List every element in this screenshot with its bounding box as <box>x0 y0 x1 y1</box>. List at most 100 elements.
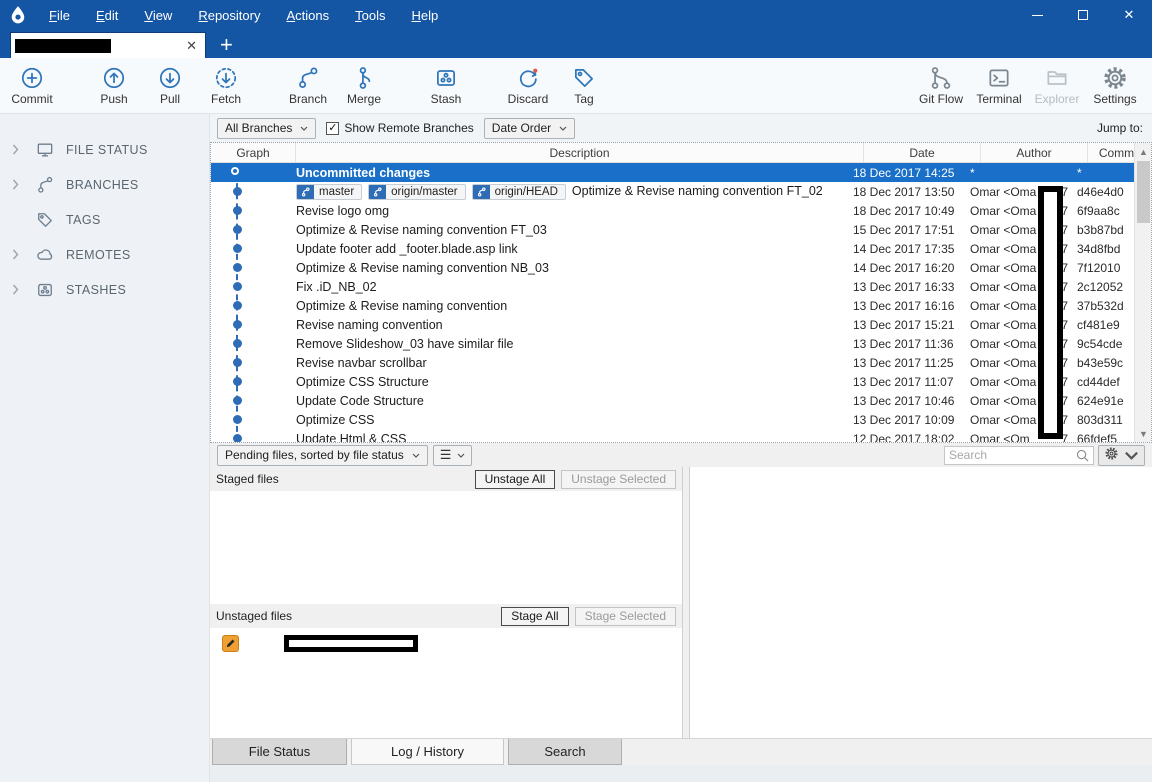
graph-cell <box>211 239 296 258</box>
commit-row[interactable]: Optimize & Revise naming convention13 De… <box>211 296 1134 315</box>
toolbar-button-branch[interactable]: Branch <box>280 62 336 109</box>
toolbar-button-label: Discard <box>508 92 549 106</box>
chevron-right-icon[interactable] <box>12 144 28 155</box>
graph-cell <box>211 315 296 334</box>
log-table-body: Uncommitted changes18 Dec 2017 14:25** ma… <box>211 163 1134 442</box>
column-header-graph[interactable]: Graph <box>211 143 296 162</box>
repo-tab[interactable]: ✕ <box>10 32 206 58</box>
toolbar-button-stash[interactable]: Stash <box>418 62 474 109</box>
toolbar-button-commit[interactable]: Commit <box>4 62 60 109</box>
chevron-right-icon[interactable] <box>12 179 28 190</box>
commit-message: Revise navbar scrollbar <box>296 356 427 370</box>
tab-search[interactable]: Search <box>508 739 622 765</box>
menu-item-file[interactable]: File <box>38 4 81 27</box>
maximize-icon[interactable] <box>1060 0 1106 30</box>
branch-badge-label: origin/HEAD <box>490 186 565 198</box>
branch-badge-origin-master[interactable]: origin/master <box>368 184 465 200</box>
commit-row[interactable]: Revise logo omg18 Dec 2017 10:49Omar <Om… <box>211 201 1134 220</box>
commit-row[interactable]: Remove Slideshow_03 have similar file13 … <box>211 334 1134 353</box>
branch-filter-dropdown[interactable]: All Branches <box>217 118 316 139</box>
branch-badge-master[interactable]: master <box>296 184 362 200</box>
menu-item-actions[interactable]: Actions <box>275 4 340 27</box>
new-tab-button[interactable]: + <box>220 36 233 54</box>
menu-item-repository[interactable]: Repository <box>187 4 271 27</box>
sidebar-item-tags[interactable]: TAGS <box>0 202 209 237</box>
column-header-date[interactable]: Date <box>864 143 981 162</box>
commit-hash-cell: 34d8fbd <box>1071 242 1134 256</box>
menu-item-help[interactable]: Help <box>400 4 449 27</box>
checkbox-checked-icon[interactable]: ✓ <box>326 122 339 135</box>
unstage-all-button[interactable]: Unstage All <box>475 470 556 489</box>
description-cell: Optimize CSS Structure <box>296 375 847 389</box>
toolbar-button-push[interactable]: Push <box>86 62 142 109</box>
search-input[interactable] <box>949 448 1076 462</box>
commit-log-table: Graph Description Date Author Commit Unc… <box>210 142 1152 443</box>
author-prefix: Omar <Oma <box>970 204 1036 218</box>
file-options-dropdown[interactable] <box>1098 445 1145 466</box>
sidebar-item-label: FILE STATUS <box>66 143 148 157</box>
commit-node-icon <box>233 244 242 253</box>
toolbar-button-fetch[interactable]: Fetch <box>198 62 254 109</box>
gitflow-icon <box>928 65 954 91</box>
chevron-right-icon[interactable] <box>12 284 28 295</box>
scroll-down-icon[interactable]: ▼ <box>1135 425 1152 442</box>
scroll-up-icon[interactable]: ▲ <box>1135 143 1152 160</box>
column-header-description[interactable]: Description <box>296 143 864 162</box>
commit-row[interactable]: masterorigin/masterorigin/HEADOptimize &… <box>211 182 1134 201</box>
toolbar-button-tag[interactable]: Tag <box>556 62 612 109</box>
commit-row[interactable]: Optimize CSS Structure13 Dec 2017 11:07O… <box>211 372 1134 391</box>
toolbar-button-settings[interactable]: Settings <box>1086 62 1144 109</box>
stage-all-button[interactable]: Stage All <box>501 607 568 626</box>
staged-files-list[interactable] <box>210 491 682 604</box>
chevron-right-icon[interactable] <box>12 249 28 260</box>
column-header-author[interactable]: Author <box>981 143 1088 162</box>
history-filter-bar: All Branches ✓ Show Remote Branches Date… <box>210 114 1152 142</box>
commit-row[interactable]: Update Code Structure13 Dec 2017 10:46Om… <box>211 391 1134 410</box>
file-panes: Staged files Unstage All Unstage Selecte… <box>210 467 1152 738</box>
toolbar-button-pull[interactable]: Pull <box>142 62 198 109</box>
commit-row[interactable]: Update footer add _footer.blade.asp link… <box>211 239 1134 258</box>
graph-cell <box>211 201 296 220</box>
show-remote-branches-checkbox[interactable]: ✓ Show Remote Branches <box>326 121 473 135</box>
tab-file-status[interactable]: File Status <box>212 739 347 765</box>
tab-log-history[interactable]: Log / History <box>351 739 504 765</box>
author-prefix: Omar <Oma <box>970 261 1036 275</box>
pending-sort-dropdown[interactable]: Pending files, sorted by file status <box>217 445 428 466</box>
commit-row[interactable]: Optimize & Revise naming convention NB_0… <box>211 258 1134 277</box>
toolbar-button-discard[interactable]: Discard <box>500 62 556 109</box>
commit-row[interactable]: Fix .iD_NB_0213 Dec 2017 16:33Omar <Oma7… <box>211 277 1134 296</box>
branch-badge-origin-HEAD[interactable]: origin/HEAD <box>472 184 566 200</box>
log-scrollbar[interactable]: ▲ ▼ <box>1134 143 1151 442</box>
commit-row[interactable]: Uncommitted changes18 Dec 2017 14:25** <box>211 163 1134 182</box>
commit-node-icon <box>233 301 242 310</box>
commit-row[interactable]: Optimize CSS13 Dec 2017 10:09Omar <Oma78… <box>211 410 1134 429</box>
unstaged-files-list[interactable] <box>210 628 682 738</box>
description-cell: Update Html & CSS <box>296 432 847 444</box>
toolbar-button-terminal[interactable]: Terminal <box>970 62 1028 109</box>
menu-item-view[interactable]: View <box>133 4 183 27</box>
minimize-icon[interactable] <box>1014 0 1060 30</box>
sidebar-item-stashes[interactable]: STASHES <box>0 272 209 307</box>
view-mode-dropdown[interactable]: ☰ <box>433 445 473 466</box>
commit-row[interactable]: Update Html & CSS12 Dec 2017 18:02Omar <… <box>211 429 1134 443</box>
unstaged-file-row[interactable] <box>210 632 418 654</box>
commit-row[interactable]: Optimize & Revise naming convention FT_0… <box>211 220 1134 239</box>
close-icon[interactable]: ✕ <box>1106 0 1152 30</box>
close-tab-icon[interactable]: ✕ <box>186 38 197 54</box>
menu-item-tools[interactable]: Tools <box>344 4 396 27</box>
description-cell: Update footer add _footer.blade.asp link <box>296 242 847 256</box>
toolbar-button-label: Pull <box>160 92 180 106</box>
toolbar-button-git-flow[interactable]: Git Flow <box>912 62 970 109</box>
toolbar-button-merge[interactable]: Merge <box>336 62 392 109</box>
sidebar-item-branches[interactable]: BRANCHES <box>0 167 209 202</box>
commit-row[interactable]: Revise navbar scrollbar13 Dec 2017 11:25… <box>211 353 1134 372</box>
commit-message: Optimize & Revise naming convention FT_0… <box>296 223 547 237</box>
commit-node-icon <box>233 434 242 443</box>
sidebar-item-remotes[interactable]: REMOTES <box>0 237 209 272</box>
order-filter-dropdown[interactable]: Date Order <box>484 118 575 139</box>
commit-node-icon <box>233 358 242 367</box>
sidebar-item-file-status[interactable]: FILE STATUS <box>0 132 209 167</box>
menu-item-edit[interactable]: Edit <box>85 4 129 27</box>
scrollbar-thumb[interactable] <box>1137 161 1150 223</box>
commit-row[interactable]: Revise naming convention13 Dec 2017 15:2… <box>211 315 1134 334</box>
